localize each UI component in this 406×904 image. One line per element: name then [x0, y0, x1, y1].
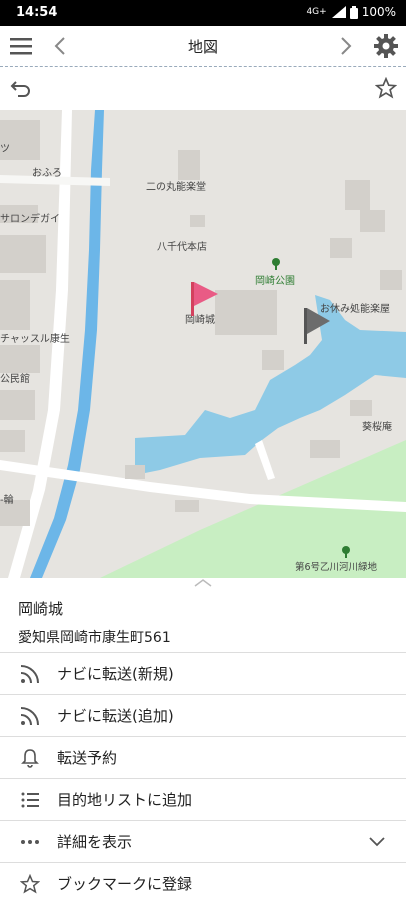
menu-item-add-destination-list[interactable]: 目的地リストに追加 [0, 778, 406, 820]
map-label-hatchoten: 八千代本店 [157, 240, 207, 253]
app-bar: 地図 [0, 26, 406, 66]
menu-label: ブックマークに登録 [57, 875, 193, 893]
battery-percent: 100% [361, 5, 396, 19]
status-icons: 4G+ 100% [306, 5, 396, 19]
gear-icon[interactable] [372, 32, 400, 60]
menu-item-add-bookmark[interactable]: ブックマークに登録 [0, 862, 406, 904]
map-label-kouminkan: 公民館 [0, 372, 30, 385]
status-time: 14:54 [16, 5, 58, 20]
menu-item-show-details[interactable]: 詳細を表示 [0, 820, 406, 862]
map-label-chassuru: チャッスル康生 [0, 332, 70, 345]
map-label-left-edge-1: ツ [0, 144, 10, 155]
more-icon [17, 829, 43, 855]
star-outline-icon [17, 871, 43, 897]
signal-icon [331, 6, 346, 18]
menu-label: 目的地リストに追加 [57, 791, 193, 809]
menu-label: ナビに転送(追加) [57, 707, 174, 725]
chevron-down-icon[interactable] [368, 832, 386, 850]
map-toolbar [0, 66, 406, 111]
rss-icon [17, 703, 43, 729]
place-info: 岡崎城 愛知県岡崎市康生町561 [18, 598, 171, 647]
map-label-riverside-park: 第6号乙川河川緑地 [295, 561, 378, 573]
map-label-oyasumi: お休み処能楽屋 [320, 302, 390, 315]
bell-icon [17, 745, 43, 771]
menu-label: ナビに転送(新規) [57, 665, 174, 683]
map-label-left-edge-2: -輪 [0, 493, 14, 506]
rss-icon [17, 661, 43, 687]
status-bar: 14:54 4G+ 100% [0, 0, 406, 26]
forward-chevron-icon[interactable] [336, 34, 356, 58]
map-view[interactable]: おふろ 二の丸能楽堂 サロンデガイ 八千代本店 岡崎公園 岡崎城 お休み処能楽屋… [0, 110, 406, 578]
undo-icon[interactable] [8, 77, 34, 99]
list-icon [17, 787, 43, 813]
map-label-okazaki-park: 岡崎公園 [255, 274, 295, 287]
menu-label: 詳細を表示 [57, 833, 133, 851]
sheet-handle-icon[interactable] [193, 578, 213, 588]
map-label-sarondagai: サロンデガイ [0, 212, 60, 225]
map-label-ofuro: おふろ [32, 167, 62, 179]
map-label-aoian: 葵桜庵 [362, 420, 392, 433]
menu-item-send-new[interactable]: ナビに転送(新規) [0, 652, 406, 694]
menu-label: 転送予約 [57, 749, 118, 767]
network-type: 4G+ [306, 7, 327, 17]
place-name: 岡崎城 [18, 600, 64, 618]
place-sheet: 岡崎城 愛知県岡崎市康生町561 ナビに転送(新規) ナビに転送(追加) 転送予… [0, 578, 406, 900]
map-label-okazaki-castle: 岡崎城 [185, 313, 215, 326]
place-address: 愛知県岡崎市康生町561 [18, 630, 171, 646]
map-label-ninomaru: 二の丸能楽堂 [146, 180, 206, 193]
battery-icon [349, 5, 358, 19]
menu-item-schedule-transfer[interactable]: 転送予約 [0, 736, 406, 778]
star-outline-icon[interactable] [374, 76, 398, 100]
menu-item-send-append[interactable]: ナビに転送(追加) [0, 694, 406, 736]
